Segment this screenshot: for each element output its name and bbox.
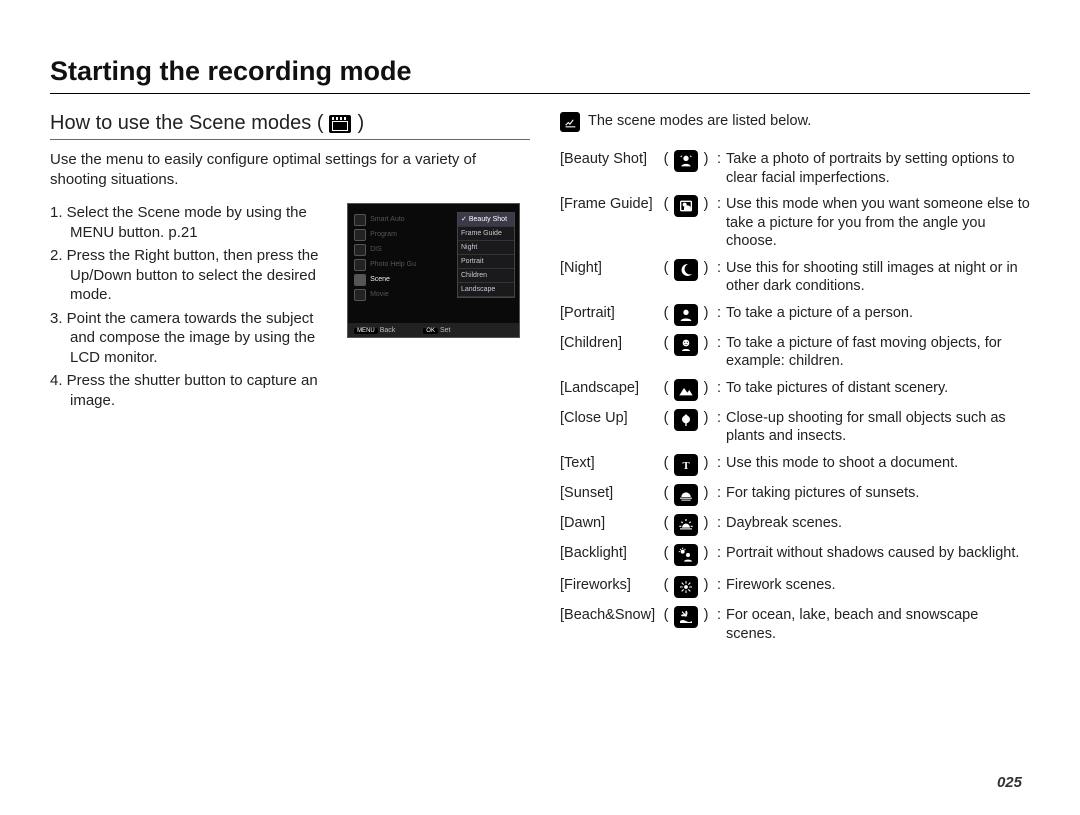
lcd-sub-item: Children bbox=[458, 269, 514, 283]
lcd-sub-item: Landscape bbox=[458, 283, 514, 297]
scene-desc: Use this mode to shoot a document. bbox=[726, 454, 1030, 473]
fireworks-icon bbox=[674, 576, 698, 598]
scene-desc: Daybreak scenes. bbox=[726, 514, 1030, 533]
lcd-bottom-bar: MENUBack OKSet bbox=[348, 323, 519, 337]
step-4: 4. Press the shutter button to capture a… bbox=[50, 371, 329, 410]
landscape-icon bbox=[674, 379, 698, 401]
lcd-sub-item: Frame Guide bbox=[458, 227, 514, 241]
lcd-set-button: OK bbox=[423, 328, 438, 334]
scene-desc: For taking pictures of sunsets. bbox=[726, 484, 1030, 503]
scene-row-beauty: [Beauty Shot] ( ) : Take a photo of port… bbox=[560, 150, 1030, 187]
night-icon bbox=[674, 259, 698, 281]
section-subtitle: How to use the Scene modes ( ) bbox=[50, 112, 530, 140]
colon: : bbox=[712, 150, 726, 169]
scene-desc: Firework scenes. bbox=[726, 576, 1030, 595]
children-icon bbox=[674, 334, 698, 356]
paren-open: ( bbox=[660, 150, 672, 169]
step-1: 1. Select the Scene mode by using the ME… bbox=[50, 203, 329, 242]
lcd-set-label: Set bbox=[440, 327, 451, 334]
scene-row-frame: [Frame Guide] ( ) : Use this mode when y… bbox=[560, 195, 1030, 251]
scene-desc: To take a picture of fast moving objects… bbox=[726, 334, 1030, 371]
scene-desc: To take pictures of distant scenery. bbox=[726, 379, 1030, 398]
dawn-icon bbox=[674, 514, 698, 536]
scene-row-portrait: [Portrait] ( ) : To take a picture of a … bbox=[560, 304, 1030, 326]
scene-label: [Night] bbox=[560, 259, 660, 278]
paren-close: ) bbox=[700, 150, 712, 169]
lcd-sub-item: Night bbox=[458, 241, 514, 255]
lcd-menu-item: DIS bbox=[370, 246, 382, 253]
scene-row-backlight: [Backlight] ( ) : Portrait without shado… bbox=[560, 544, 1030, 566]
scene-row-children: [Children] ( ) : To take a picture of fa… bbox=[560, 334, 1030, 371]
scene-label: [Backlight] bbox=[560, 544, 660, 563]
scene-row-dawn: [Dawn] ( ) : Daybreak scenes. bbox=[560, 514, 1030, 536]
right-column: The scene modes are listed below. [Beaut… bbox=[560, 112, 1030, 651]
lcd-sub-item-selected: Beauty Shot bbox=[458, 213, 514, 227]
lcd-back-label: Back bbox=[380, 327, 396, 334]
scene-row-fireworks: [Fireworks] ( ) : Firework scenes. bbox=[560, 576, 1030, 598]
scene-mode-icon bbox=[329, 115, 351, 133]
note-icon bbox=[560, 112, 580, 132]
scene-row-beachsnow: [Beach&Snow] ( ) : For ocean, lake, beac… bbox=[560, 606, 1030, 643]
scene-label: [Dawn] bbox=[560, 514, 660, 533]
scene-desc: Portrait without shadows caused by backl… bbox=[726, 544, 1030, 563]
subtitle-suffix: ) bbox=[357, 112, 364, 135]
lcd-preview: Smart Auto Program DIS Photo Help Gu Sce… bbox=[347, 203, 520, 338]
scene-desc: Take a photo of portraits by setting opt… bbox=[726, 150, 1030, 187]
frame-guide-icon bbox=[674, 195, 698, 217]
lcd-back-button: MENU bbox=[354, 328, 378, 334]
scene-row-sunset: [Sunset] ( ) : For taking pictures of su… bbox=[560, 484, 1030, 506]
scene-desc: For ocean, lake, beach and snowscape sce… bbox=[726, 606, 1030, 643]
scene-label: [Sunset] bbox=[560, 484, 660, 503]
steps-list: 1. Select the Scene mode by using the ME… bbox=[50, 203, 329, 414]
svg-text:T: T bbox=[682, 461, 689, 472]
lcd-submenu: Beauty Shot Frame Guide Night Portrait C… bbox=[457, 212, 515, 298]
title-underline bbox=[50, 93, 1030, 94]
scene-row-text: [Text] ( T ) : Use this mode to shoot a … bbox=[560, 454, 1030, 476]
left-column: How to use the Scene modes ( ) Use the m… bbox=[50, 112, 520, 651]
scene-desc: Close-up shooting for small objects such… bbox=[726, 409, 1030, 446]
backlight-icon bbox=[674, 544, 698, 566]
scene-label: [Beauty Shot] bbox=[560, 150, 660, 169]
scene-label: [Beach&Snow] bbox=[560, 606, 660, 625]
beauty-shot-icon bbox=[674, 150, 698, 172]
scene-label: [Frame Guide] bbox=[560, 195, 660, 214]
page-title: Starting the recording mode bbox=[50, 56, 1030, 87]
scene-label: [Text] bbox=[560, 454, 660, 473]
lcd-menu-item: Smart Auto bbox=[370, 216, 405, 223]
scene-desc: Use this for shooting still images at ni… bbox=[726, 259, 1030, 296]
subtitle-prefix: How to use the Scene modes ( bbox=[50, 112, 323, 135]
scene-row-landscape: [Landscape] ( ) : To take pictures of di… bbox=[560, 379, 1030, 401]
note-text: The scene modes are listed below. bbox=[588, 112, 811, 129]
scene-desc: To take a picture of a person. bbox=[726, 304, 1030, 323]
intro-text: Use the menu to easily configure optimal… bbox=[50, 150, 520, 189]
scene-row-closeup: [Close Up] ( ) : Close-up shooting for s… bbox=[560, 409, 1030, 446]
scene-label: [Children] bbox=[560, 334, 660, 353]
beach-snow-icon bbox=[674, 606, 698, 628]
portrait-icon bbox=[674, 304, 698, 326]
lcd-sub-item: Portrait bbox=[458, 255, 514, 269]
scene-desc: Use this mode when you want someone else… bbox=[726, 195, 1030, 251]
lcd-menu-item: Movie bbox=[370, 291, 389, 298]
page-number: 025 bbox=[997, 774, 1022, 791]
scene-row-night: [Night] ( ) : Use this for shooting stil… bbox=[560, 259, 1030, 296]
step-3: 3. Point the camera towards the subject … bbox=[50, 309, 329, 368]
step-2: 2. Press the Right button, then press th… bbox=[50, 246, 329, 305]
closeup-icon bbox=[674, 409, 698, 431]
scene-label: [Fireworks] bbox=[560, 576, 660, 595]
lcd-menu-item: Program bbox=[370, 231, 397, 238]
text-icon: T bbox=[674, 454, 698, 476]
sunset-icon bbox=[674, 484, 698, 506]
lcd-menu-item-selected: Scene bbox=[370, 276, 390, 283]
scene-label: [Portrait] bbox=[560, 304, 660, 323]
scene-label: [Landscape] bbox=[560, 379, 660, 398]
lcd-menu-item: Photo Help Gu bbox=[370, 261, 416, 268]
scene-label: [Close Up] bbox=[560, 409, 660, 428]
